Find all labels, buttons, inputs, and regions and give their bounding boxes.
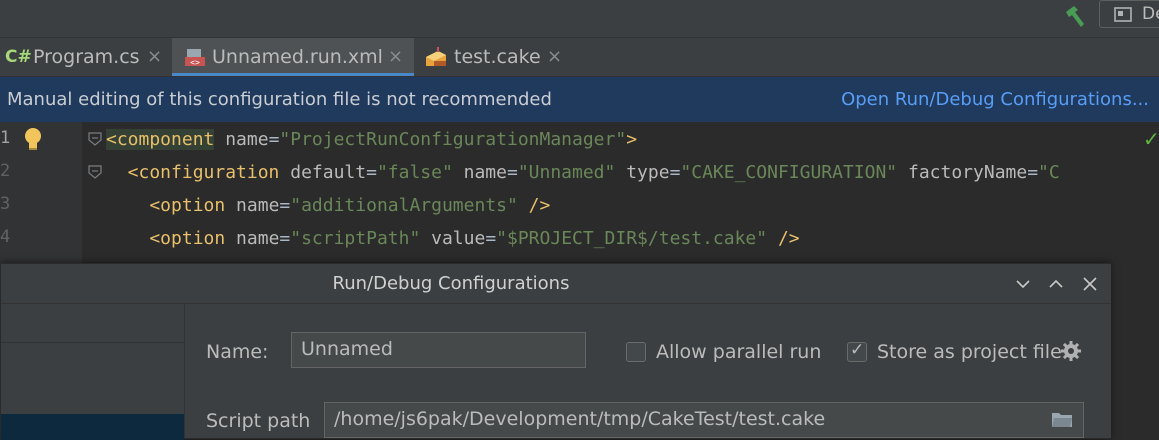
cake-file-icon bbox=[426, 47, 446, 66]
allow-parallel-run-label[interactable]: Allow parallel run bbox=[656, 341, 821, 363]
code-token: > bbox=[626, 129, 638, 150]
notification-message: Manual editing of this configuration fil… bbox=[7, 89, 552, 110]
code-token: name bbox=[225, 228, 280, 249]
code-token: = bbox=[366, 162, 377, 183]
code-token: name bbox=[214, 129, 269, 150]
selected-tree-item[interactable] bbox=[1, 414, 184, 440]
line-number: 2 bbox=[0, 161, 11, 181]
code-token: name bbox=[225, 195, 280, 216]
code-token: default bbox=[279, 162, 367, 183]
editor-tabs: C# Program.cs × <> Unnamed.run.xml × tes… bbox=[0, 38, 1159, 77]
code-token: = bbox=[485, 228, 497, 249]
code-token: "false" bbox=[376, 162, 453, 183]
run-debug-configurations-dialog: Run/Debug Configurations Name: Unnamed A… bbox=[0, 263, 1111, 440]
line-number: 4 bbox=[0, 227, 11, 247]
svg-text:<>: <> bbox=[190, 58, 200, 67]
gear-icon[interactable] bbox=[1060, 340, 1082, 362]
fold-marker-icon[interactable] bbox=[88, 132, 102, 146]
close-tab-icon[interactable]: × bbox=[147, 38, 162, 76]
open-run-debug-configurations-link[interactable]: Open Run/Debug Configurations... bbox=[841, 77, 1149, 122]
code-token: = bbox=[506, 162, 518, 183]
script-path-field[interactable]: /home/js6pak/Development/tmp/CakeTest/te… bbox=[324, 402, 1084, 438]
csharp-file-icon: C# bbox=[5, 47, 32, 67]
run-config-icon bbox=[1114, 7, 1132, 22]
line-number: 3 bbox=[0, 194, 11, 214]
code-token: = bbox=[1027, 162, 1039, 183]
inspection-ok-icon: ✓ bbox=[1143, 127, 1159, 151]
code-token: "$PROJECT_DIR$/test.cake" bbox=[496, 228, 768, 249]
tab-unnamed-run-xml[interactable]: <> Unnamed.run.xml × bbox=[172, 38, 414, 76]
code-token: value bbox=[420, 228, 486, 249]
name-field[interactable]: Unnamed bbox=[291, 332, 586, 368]
allow-parallel-run-checkbox[interactable] bbox=[626, 342, 646, 362]
xml-run-config-icon: <> bbox=[185, 49, 205, 67]
code-token: "Unnamed" bbox=[517, 162, 616, 183]
code-line: <component name="ProjectRunConfiguration… bbox=[106, 129, 637, 150]
code-token: "ProjectRunConfigurationManager" bbox=[279, 129, 627, 150]
code-token: <option bbox=[106, 228, 226, 249]
code-line: <option name="additionalArguments" /> bbox=[106, 195, 550, 216]
code-token: factoryName bbox=[897, 162, 1028, 183]
store-as-project-file-checkbox[interactable] bbox=[847, 340, 867, 362]
line-number: 1 bbox=[0, 128, 11, 148]
code-token: <option bbox=[106, 195, 226, 216]
code-token: "scriptPath" bbox=[290, 228, 421, 249]
code-token: <configuration bbox=[106, 162, 280, 183]
tab-test-cake[interactable]: test.cake × bbox=[416, 38, 570, 76]
dialog-title: Run/Debug Configurations bbox=[332, 273, 570, 294]
code-token: "CAKE_CONFIGURATION" bbox=[680, 162, 898, 183]
folder-browse-icon[interactable] bbox=[1051, 411, 1073, 429]
build-hammer-icon[interactable] bbox=[1062, 4, 1088, 30]
store-as-project-file-label[interactable]: Store as project file bbox=[877, 341, 1062, 363]
close-icon[interactable] bbox=[1080, 274, 1100, 294]
code-token: /> bbox=[517, 195, 551, 216]
code-token: = bbox=[279, 195, 291, 216]
dialog-title-bar[interactable]: Run/Debug Configurations bbox=[1, 264, 1111, 304]
configuration-settings-panel: Name: Unnamed Allow parallel run Store a… bbox=[186, 304, 1111, 438]
code-token: /> bbox=[767, 228, 800, 249]
close-tab-icon[interactable]: × bbox=[547, 38, 562, 76]
main-toolbar: De bbox=[0, 0, 1159, 38]
code-line: <option name="scriptPath" value="$PROJEC… bbox=[106, 228, 800, 249]
configurations-tree-panel bbox=[1, 304, 185, 440]
code-token: "additionalArguments" bbox=[290, 195, 518, 216]
tab-label: Program.cs bbox=[33, 46, 140, 68]
tab-program-cs[interactable]: C# Program.cs × bbox=[0, 38, 170, 76]
tab-label: Unnamed.run.xml bbox=[212, 46, 383, 68]
chevron-up-icon[interactable] bbox=[1046, 274, 1066, 294]
close-tab-icon[interactable]: × bbox=[388, 38, 403, 76]
fold-marker-icon[interactable] bbox=[88, 165, 102, 179]
code-token: "C bbox=[1038, 162, 1060, 183]
code-token: type bbox=[615, 162, 670, 183]
tab-label: test.cake bbox=[454, 46, 541, 68]
code-token: = bbox=[268, 129, 280, 150]
code-line: <configuration default="false" name="Unn… bbox=[106, 162, 1060, 183]
code-token: = bbox=[279, 228, 291, 249]
run-config-label: De bbox=[1142, 4, 1159, 24]
editor-notification-banner: Manual editing of this configuration fil… bbox=[0, 77, 1159, 123]
code-token: <component bbox=[106, 129, 215, 150]
tree-toolbar bbox=[1, 304, 184, 343]
name-label: Name: bbox=[206, 341, 269, 363]
code-token: name bbox=[452, 162, 507, 183]
code-token: = bbox=[669, 162, 681, 183]
run-configuration-selector[interactable]: De bbox=[1099, 0, 1159, 28]
lightbulb-intention-icon[interactable] bbox=[22, 126, 44, 152]
chevron-down-icon[interactable] bbox=[1013, 274, 1033, 294]
script-path-label: Script path bbox=[206, 410, 311, 432]
